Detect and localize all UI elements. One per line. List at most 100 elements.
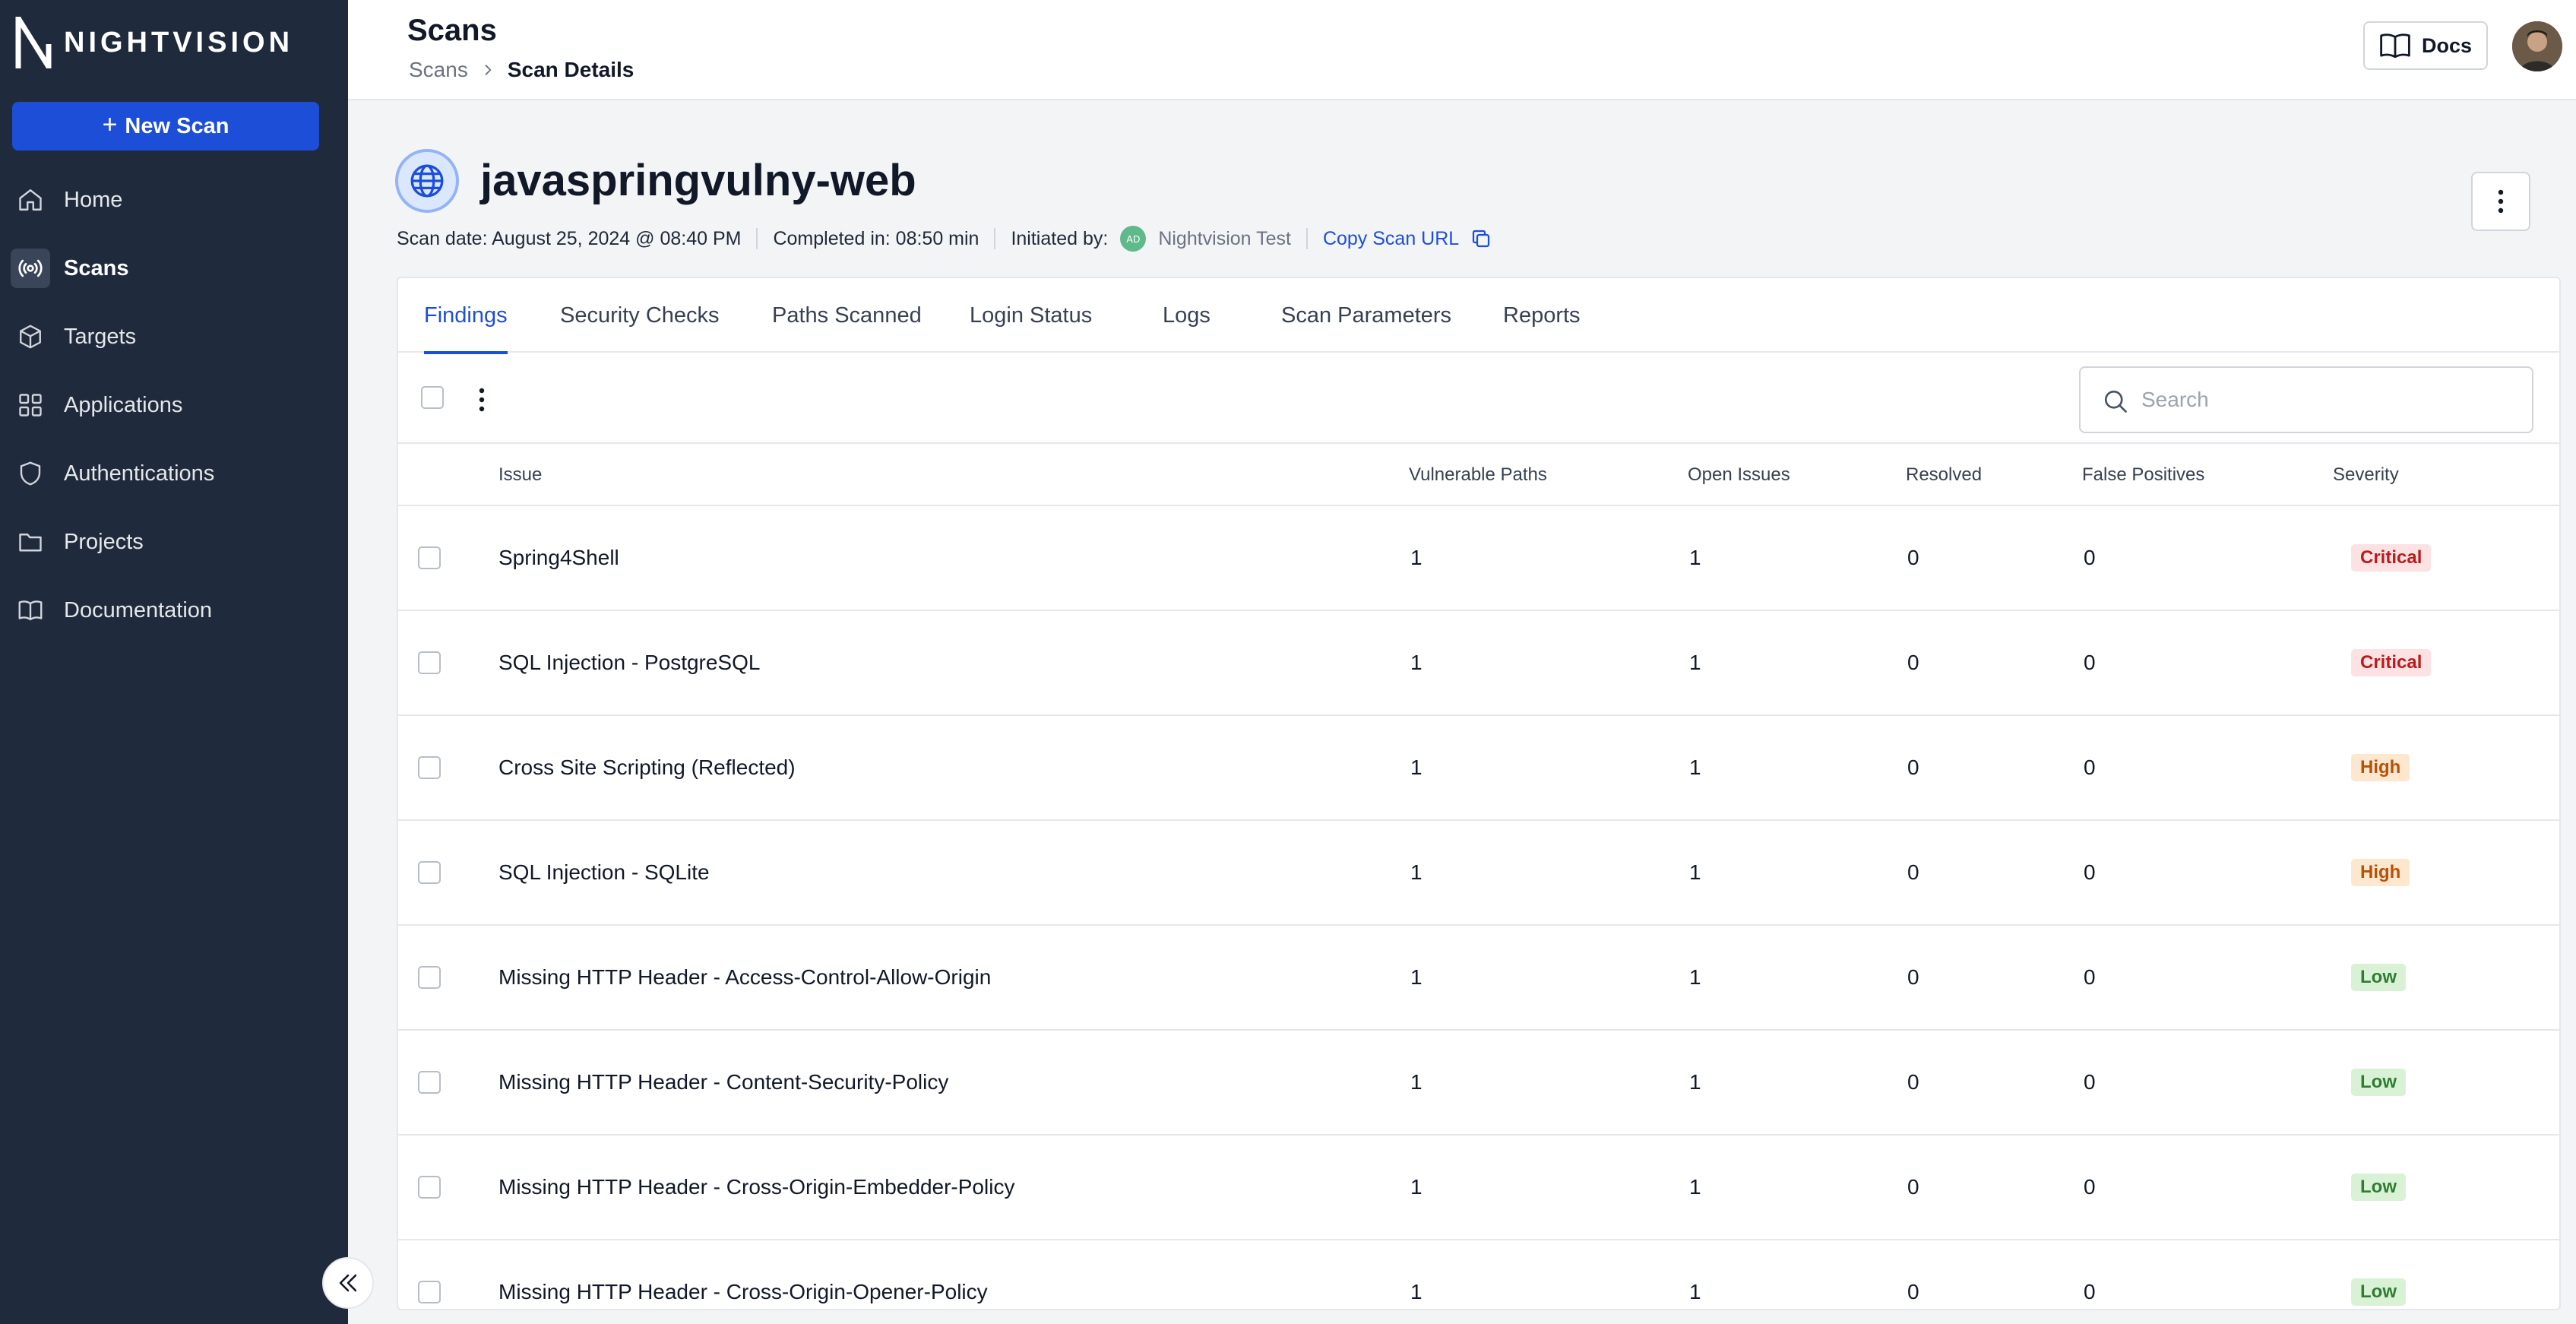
table-row[interactable]: SQL Injection - SQLite 1 1 0 0 High	[398, 821, 2559, 926]
false-positives-count: 0	[2084, 755, 2096, 779]
vulnerable-paths-count: 1	[1410, 965, 1422, 989]
table-header: Issue Vulnerable Paths Open Issues Resol…	[398, 444, 2559, 506]
globe-icon	[410, 164, 444, 198]
docs-label: Docs	[2421, 33, 2473, 57]
resolved-count: 0	[1907, 1280, 1919, 1303]
tab-login-status[interactable]: Login Status	[970, 278, 1092, 353]
sidebar-item-scans[interactable]: Scans	[0, 234, 348, 302]
new-scan-button[interactable]: + New Scan	[12, 102, 319, 150]
tab-reports[interactable]: Reports	[1503, 278, 1581, 353]
resolved-count: 0	[1907, 1175, 1919, 1199]
search-input[interactable]	[2141, 382, 2514, 418]
row-checkbox[interactable]	[418, 1281, 441, 1303]
new-scan-label: New Scan	[125, 113, 229, 138]
sidebar-item-documentation[interactable]: Documentation	[0, 576, 348, 645]
row-checkbox[interactable]	[418, 1176, 441, 1199]
findings-table-body: Spring4Shell 1 1 0 0 Critical SQL Inject…	[398, 506, 2559, 1309]
column-header-false-positives[interactable]: False Positives	[2082, 444, 2204, 506]
sidebar-item-applications[interactable]: Applications	[0, 371, 348, 439]
resolved-count: 0	[1907, 546, 1919, 569]
folder-icon	[19, 534, 42, 552]
tab-logs[interactable]: Logs	[1163, 278, 1210, 353]
more-vertical-icon	[2498, 189, 2504, 214]
meta-divider	[756, 228, 758, 249]
table-row[interactable]: Missing HTTP Header - Access-Control-All…	[398, 926, 2559, 1031]
resolved-count: 0	[1907, 860, 1919, 884]
column-header-vulnerable-paths[interactable]: Vulnerable Paths	[1409, 444, 1547, 506]
severity-badge: Low	[2351, 964, 2406, 991]
column-header-resolved[interactable]: Resolved	[1906, 444, 1982, 506]
issue-name[interactable]: Cross Site Scripting (Reflected)	[498, 716, 796, 819]
table-toolbar	[398, 353, 2559, 444]
vulnerable-paths-count: 1	[1410, 755, 1422, 779]
breadcrumb-link-scans[interactable]: Scans	[409, 58, 468, 82]
search-box	[2079, 366, 2533, 433]
issue-name[interactable]: Spring4Shell	[498, 506, 619, 610]
issue-name[interactable]: Missing HTTP Header - Cross-Origin-Embed…	[498, 1136, 1014, 1239]
false-positives-count: 0	[2084, 1175, 2096, 1199]
table-row[interactable]: Missing HTTP Header - Cross-Origin-Embed…	[398, 1136, 2559, 1240]
row-checkbox[interactable]	[418, 546, 441, 569]
issue-name[interactable]: Missing HTTP Header - Cross-Origin-Opene…	[498, 1240, 988, 1309]
tab-scan-parameters[interactable]: Scan Parameters	[1281, 278, 1451, 353]
issue-name[interactable]: SQL Injection - PostgreSQL	[498, 611, 760, 714]
scan-details-card: Findings Security Checks Paths Scanned L…	[397, 277, 2561, 1310]
scan-tabs: Findings Security Checks Paths Scanned L…	[398, 278, 2559, 354]
shield-icon	[20, 461, 41, 486]
row-checkbox[interactable]	[418, 1071, 441, 1094]
copy-scan-url-link[interactable]: Copy Scan URL	[1323, 228, 1459, 250]
vulnerable-paths-count: 1	[1410, 546, 1422, 569]
collapse-sidebar-button[interactable]	[322, 1257, 374, 1309]
open-issues-count: 1	[1689, 651, 1701, 674]
page-title: Scans	[407, 14, 497, 47]
open-issues-count: 1	[1689, 1070, 1701, 1094]
column-header-open-issues[interactable]: Open Issues	[1688, 444, 1790, 506]
open-issues-count: 1	[1689, 546, 1701, 569]
false-positives-count: 0	[2084, 546, 2096, 569]
sidebar-item-projects[interactable]: Projects	[0, 508, 348, 576]
table-row[interactable]: Missing HTTP Header - Cross-Origin-Opene…	[398, 1240, 2559, 1309]
book-icon	[18, 600, 43, 621]
more-vertical-icon[interactable]	[473, 386, 491, 413]
table-row[interactable]: SQL Injection - PostgreSQL 1 1 0 0 Criti…	[398, 611, 2559, 716]
scan-target-globe-badge	[395, 149, 459, 213]
sidebar: NIGHTVISION + New Scan Home Scans Target…	[0, 0, 348, 1324]
tab-security-checks[interactable]: Security Checks	[560, 278, 720, 353]
sidebar-item-label: Projects	[64, 529, 144, 554]
vulnerable-paths-count: 1	[1410, 1280, 1422, 1303]
select-all-checkbox[interactable]	[421, 386, 444, 409]
issue-name[interactable]: Missing HTTP Header - Access-Control-All…	[498, 926, 991, 1029]
row-checkbox[interactable]	[418, 756, 441, 779]
false-positives-count: 0	[2084, 860, 2096, 884]
copy-icon[interactable]	[1470, 227, 1492, 250]
initiator-name: Nightvision Test	[1158, 227, 1291, 249]
row-checkbox[interactable]	[418, 966, 441, 989]
scan-meta-bar: Scan date: August 25, 2024 @ 08:40 PM Co…	[397, 225, 1492, 252]
docs-button[interactable]: Docs	[2363, 21, 2488, 70]
scan-actions-menu-button[interactable]	[2471, 172, 2530, 231]
sidebar-item-targets[interactable]: Targets	[0, 302, 348, 371]
row-checkbox[interactable]	[418, 861, 441, 884]
user-avatar[interactable]	[2512, 21, 2562, 71]
vulnerable-paths-count: 1	[1410, 860, 1422, 884]
severity-badge: High	[2351, 754, 2410, 781]
table-row[interactable]: Cross Site Scripting (Reflected) 1 1 0 0…	[398, 716, 2559, 821]
false-positives-count: 0	[2084, 965, 2096, 989]
home-icon	[19, 189, 42, 211]
table-row[interactable]: Missing HTTP Header - Content-Security-P…	[398, 1031, 2559, 1136]
row-checkbox[interactable]	[418, 651, 441, 674]
issue-name[interactable]: Missing HTTP Header - Content-Security-P…	[498, 1031, 948, 1134]
column-header-issue[interactable]: Issue	[498, 444, 542, 506]
sidebar-item-home[interactable]: Home	[0, 166, 348, 234]
issue-name[interactable]: SQL Injection - SQLite	[498, 821, 710, 924]
meta-divider	[1305, 228, 1308, 249]
tab-paths-scanned[interactable]: Paths Scanned	[772, 278, 922, 353]
search-icon	[2104, 390, 2127, 413]
broadcast-icon	[18, 259, 43, 277]
tab-findings[interactable]: Findings	[424, 278, 508, 354]
logo[interactable]: NIGHTVISION	[15, 14, 293, 71]
vulnerable-paths-count: 1	[1410, 651, 1422, 674]
table-row[interactable]: Spring4Shell 1 1 0 0 Critical	[398, 506, 2559, 611]
column-header-severity[interactable]: Severity	[2333, 444, 2399, 506]
sidebar-item-authentications[interactable]: Authentications	[0, 439, 348, 508]
